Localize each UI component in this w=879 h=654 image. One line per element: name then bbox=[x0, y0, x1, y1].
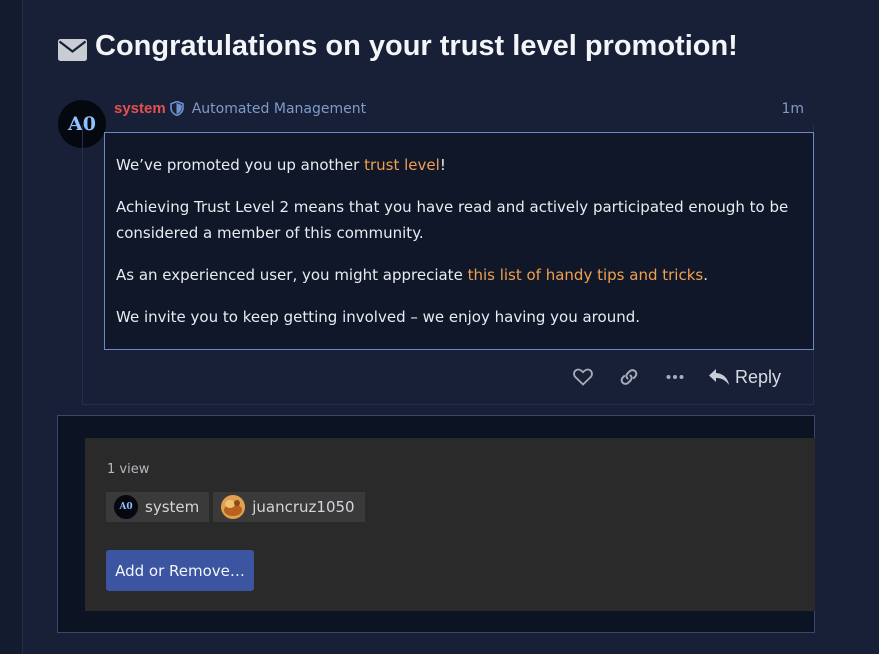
viewer-name: juancruz1050 bbox=[252, 498, 355, 516]
post-date[interactable]: 1m bbox=[781, 101, 804, 117]
paragraph-text: As an experienced user, you might apprec… bbox=[116, 266, 468, 284]
viewer-list: A0 system juancruz1050 bbox=[106, 492, 369, 522]
envelope-icon bbox=[58, 36, 87, 61]
ellipsis-icon[interactable] bbox=[664, 366, 686, 388]
post-paragraph: As an experienced user, you might apprec… bbox=[116, 262, 802, 288]
link-icon[interactable] bbox=[618, 366, 640, 388]
reply-button[interactable]: Reply bbox=[708, 367, 781, 388]
heart-icon[interactable] bbox=[572, 366, 594, 388]
avatar-text: A0 bbox=[119, 502, 133, 512]
avatar: A0 bbox=[114, 495, 138, 519]
reply-icon bbox=[709, 369, 729, 385]
paragraph-text: We’ve promoted you up another bbox=[116, 156, 365, 174]
topic-title-text: Congratulations on your trust level prom… bbox=[95, 30, 738, 62]
viewer-chip-system[interactable]: A0 system bbox=[106, 492, 210, 522]
avatar bbox=[221, 495, 246, 519]
post-header: system Automated Management 1m bbox=[114, 100, 804, 117]
trust-level-link[interactable]: trust level bbox=[364, 156, 440, 174]
user-title: Automated Management bbox=[191, 100, 367, 117]
viewer-chip-juancruz1050[interactable]: juancruz1050 bbox=[213, 492, 365, 522]
post-paragraph: We’ve promoted you up another trust leve… bbox=[116, 152, 802, 178]
username[interactable]: system bbox=[114, 100, 166, 117]
add-or-remove-button[interactable]: Add or Remove… bbox=[106, 550, 254, 591]
tips-and-tricks-link[interactable]: this list of handy tips and tricks bbox=[468, 266, 704, 284]
shield-icon bbox=[169, 100, 184, 117]
reply-label: Reply bbox=[735, 366, 782, 387]
post-paragraph: Achieving Trust Level 2 means that you h… bbox=[116, 198, 789, 242]
page-edge bbox=[0, 0, 23, 654]
post-paragraph: We invite you to keep getting involved –… bbox=[116, 308, 641, 326]
viewer-name: system bbox=[145, 498, 200, 516]
paragraph-text: ! bbox=[439, 156, 446, 174]
topic-title: Congratulations on your trust level prom… bbox=[58, 30, 738, 63]
paragraph-text: . bbox=[703, 266, 708, 284]
post-actions: Reply bbox=[560, 362, 781, 392]
post-body: We’ve promoted you up another trust leve… bbox=[104, 132, 814, 350]
views-count: 1 view bbox=[107, 462, 150, 477]
